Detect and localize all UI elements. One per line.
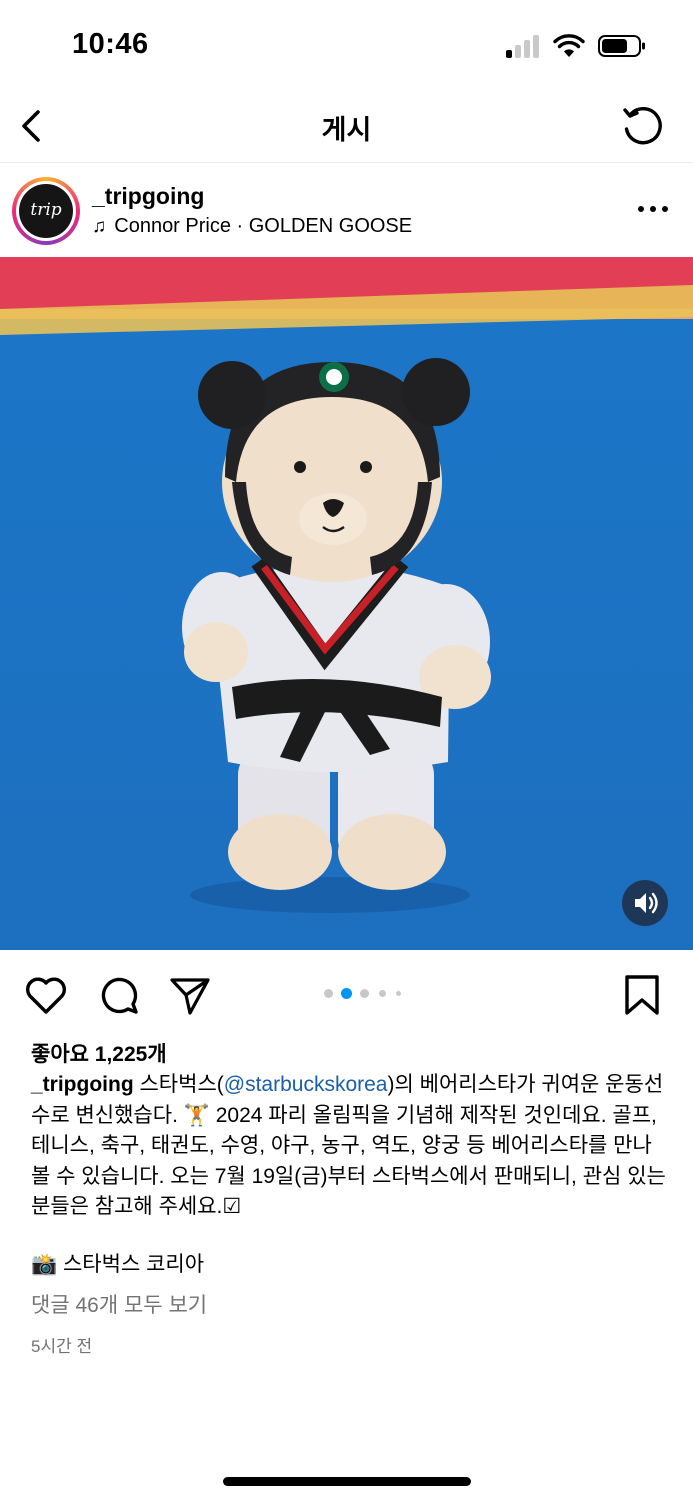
like-count[interactable]: 좋아요 1,225개 [31,1038,167,1068]
send-icon[interactable] [166,971,214,1019]
speaker-icon[interactable] [622,880,668,926]
teddy-bear-taekwondo-photo [0,257,693,950]
view-all-comments-link[interactable]: 댓글 46개 모두 보기 [31,1289,207,1319]
status-time: 10:46 [72,28,149,60]
photo-credit: 📸 스타벅스 코리아 [31,1253,205,1276]
cellular-signal-icon [506,34,542,58]
bookmark-icon[interactable] [618,971,666,1019]
wifi-icon [553,34,585,57]
caption-username[interactable]: _tripgoing [31,1073,134,1096]
heart-icon[interactable] [22,971,70,1019]
more-icon[interactable] [636,199,670,219]
navigation-bar: 게시 [0,90,693,163]
comment-icon[interactable] [95,971,143,1019]
avatar[interactable]: trip [12,177,80,245]
page-title: 게시 [321,115,372,145]
status-bar: 10:46 [0,0,693,90]
post-image[interactable] [0,257,693,950]
caption-mention-link[interactable]: @starbuckskorea [224,1073,388,1096]
carousel-indicator[interactable] [322,987,412,999]
refresh-icon[interactable] [620,102,666,148]
battery-icon [598,35,645,57]
post-timestamp: 5시간 전 [31,1337,93,1356]
music-note-icon: ♫ [92,216,107,237]
caption-text: 스타벅스( [133,1073,224,1096]
avatar-logo: trip [19,184,73,238]
post-caption: _tripgoing 스타벅스(@starbuckskorea)의 베어리스타가… [31,1070,671,1223]
music-attribution[interactable]: ♫ Connor Price · GOLDEN GOOSE [92,215,412,238]
carousel-dot-active [341,988,352,999]
post-header: trip _tripgoing ♫ Connor Price · GOLDEN G… [0,163,693,257]
music-track: Connor Price · GOLDEN GOOSE [114,215,413,237]
home-indicator[interactable] [223,1477,471,1486]
post-username[interactable]: _tripgoing [92,183,204,210]
